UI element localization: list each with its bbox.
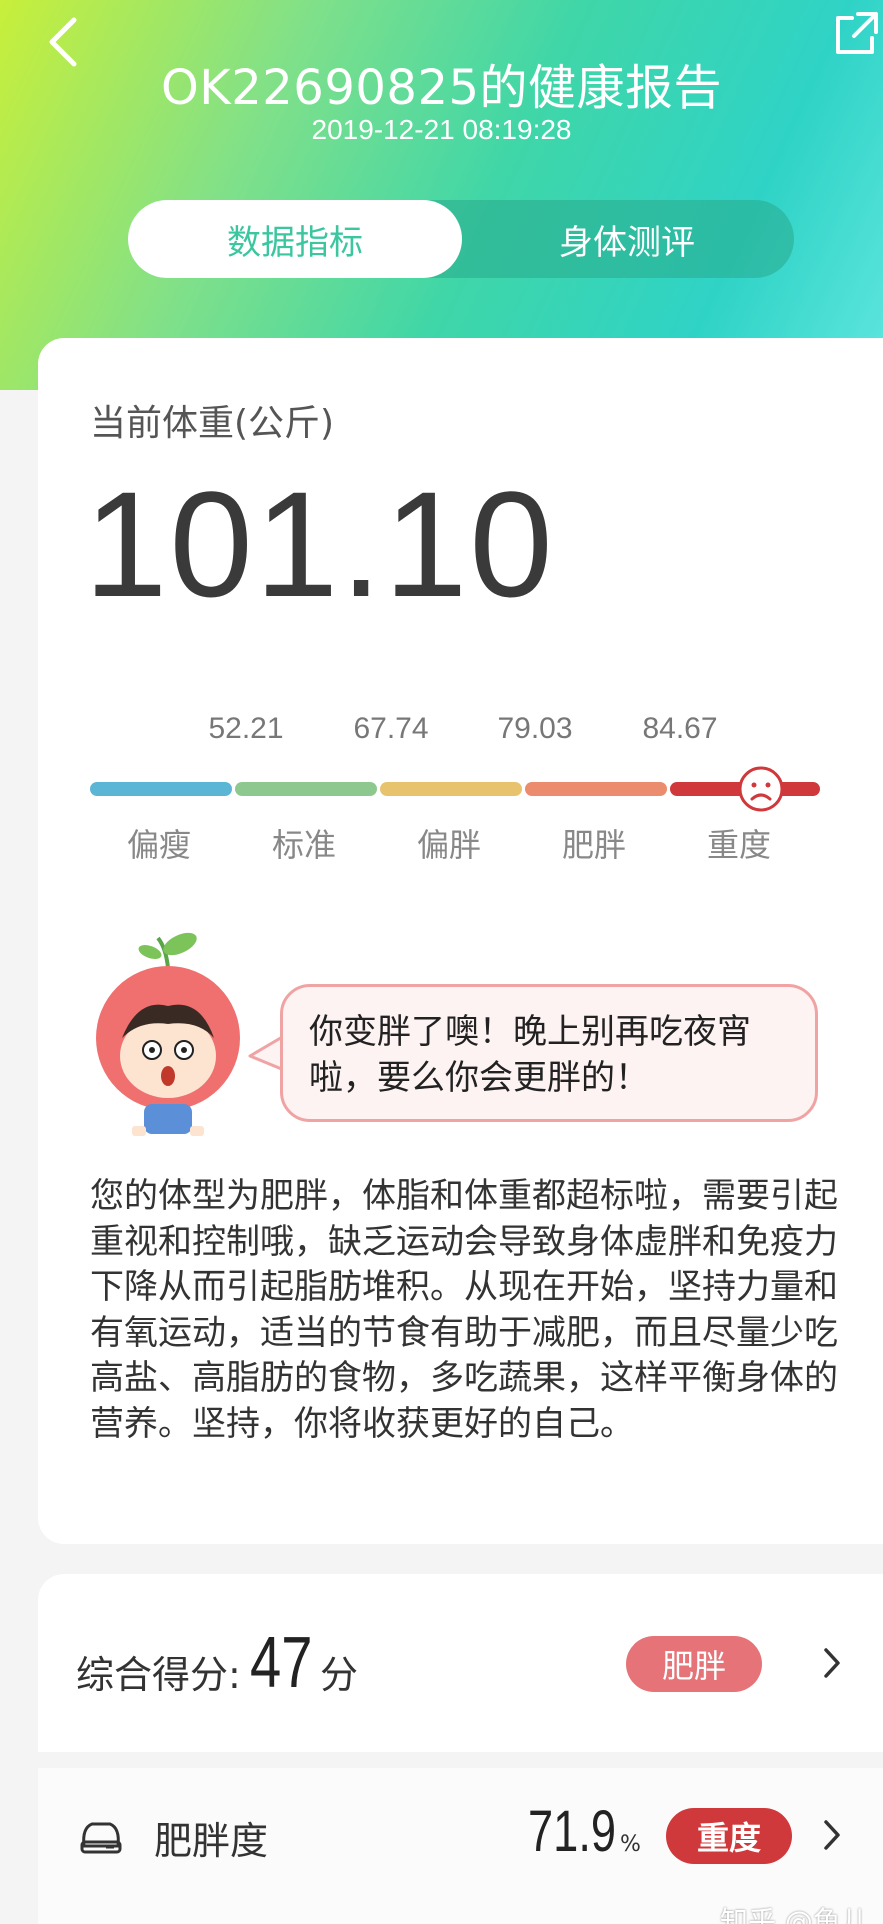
tab-bar: 数据指标 身体测评 — [128, 200, 794, 278]
obesity-degree-label: 肥胖度 — [154, 1819, 269, 1863]
score-unit: 分 — [320, 1653, 359, 1697]
scale-bar-underweight — [90, 782, 232, 796]
chevron-right-icon[interactable] — [822, 1646, 842, 1680]
obesity-degree-value: 71.9 — [528, 1799, 617, 1864]
summary-card: 综合得分: 47 分 肥胖 肥胖度 71.9 % 重度 — [38, 1574, 883, 1924]
scale-icon — [80, 1822, 122, 1854]
obesity-degree-unit: % — [620, 1832, 641, 1857]
category-standard: 标准 — [271, 826, 336, 864]
threshold-1: 52.21 — [208, 712, 284, 745]
obesity-status-badge: 重度 — [666, 1808, 792, 1864]
watermark: 知乎 @鱼儿 — [720, 1905, 869, 1924]
scale-bar-obese — [525, 782, 667, 796]
scale-bar-standard — [235, 782, 377, 796]
weight-card: 当前体重(公斤) 101.10 52.21 67.74 79.03 84.67 … — [38, 338, 883, 1544]
tab-body-assessment[interactable]: 身体测评 — [460, 200, 794, 278]
category-obese: 肥胖 — [561, 826, 626, 864]
threshold-3: 79.03 — [497, 712, 573, 745]
threshold-4: 84.67 — [642, 712, 718, 745]
category-severe: 重度 — [706, 826, 771, 864]
mascot-speech-bubble: 你变胖了噢！晚上别再吃夜宵啦，要么你会更胖的！ — [280, 984, 818, 1122]
score-row[interactable]: 综合得分: 47 分 肥胖 — [38, 1574, 883, 1752]
tomato-mascot-icon — [96, 932, 240, 1136]
threshold-2: 67.74 — [353, 712, 429, 745]
body-type-description: 您的体型为肥胖，体脂和体重都超标啦，需要引起重视和控制哦，缺乏运动会导致身体虚胖… — [90, 1176, 838, 1444]
chevron-right-icon[interactable] — [822, 1818, 842, 1852]
scale-bar-overweight — [380, 782, 522, 796]
row-divider — [38, 1752, 883, 1768]
category-underweight: 偏瘦 — [126, 826, 191, 864]
page-title: OK22690825的健康报告 — [160, 60, 723, 116]
category-overweight: 偏胖 — [416, 826, 481, 864]
score-value: 47 — [250, 1623, 313, 1703]
score-label: 综合得分: — [76, 1653, 241, 1697]
score-status-badge: 肥胖 — [626, 1636, 762, 1692]
weight-value: 101.10 — [84, 460, 555, 628]
sad-face-icon — [738, 766, 784, 812]
tab-data-indicators[interactable]: 数据指标 — [128, 200, 462, 278]
weight-label: 当前体重(公斤) — [90, 403, 335, 444]
header-background: OK22690825的健康报告 2019-12-21 08:19:28 数据指标… — [0, 0, 883, 390]
report-timestamp: 2019-12-21 08:19:28 — [311, 114, 572, 145]
